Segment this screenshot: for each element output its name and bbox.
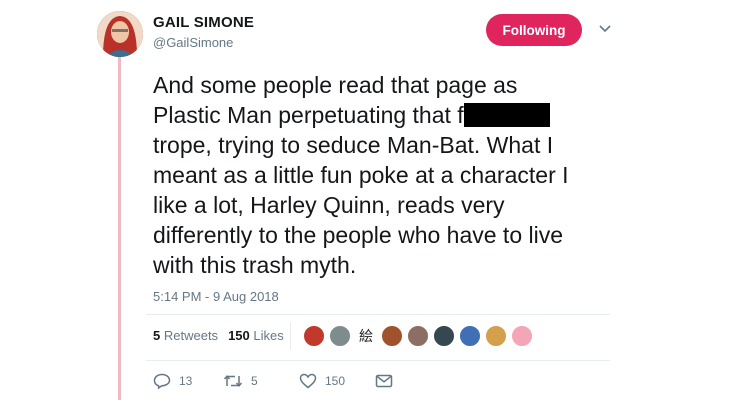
thread-line — [118, 50, 121, 400]
liker-avatar-1-icon[interactable] — [303, 325, 325, 347]
author-handle[interactable]: @GailSimone — [153, 35, 233, 50]
reply-button[interactable]: 13 — [153, 373, 223, 389]
user-avatar-icon — [97, 11, 143, 57]
tweet-line: like a lot, Harley Quinn, reads very — [153, 192, 505, 218]
reply-icon — [153, 373, 171, 389]
divider — [290, 322, 291, 350]
likes-count: 150 — [228, 328, 250, 343]
likes-label: Likes — [253, 328, 284, 343]
tweet-line: differently to the people who have to li… — [153, 222, 564, 248]
envelope-icon — [375, 374, 393, 388]
liker-avatar-4-icon[interactable] — [381, 325, 403, 347]
tweet-line: trope, trying to seduce Man-Bat. What I — [153, 132, 554, 158]
retweet-icon — [223, 375, 243, 387]
reply-count: 13 — [179, 374, 193, 388]
following-button[interactable]: Following — [486, 14, 582, 46]
liker-avatar-8-icon[interactable] — [485, 325, 507, 347]
divider — [146, 314, 610, 315]
like-count: 150 — [325, 374, 346, 388]
chevron-down-icon[interactable] — [596, 22, 614, 36]
retweet-count: 5 — [251, 374, 258, 388]
tweet-line: Plastic Man perpetuating that f — [153, 100, 623, 130]
author-avatar[interactable] — [97, 11, 143, 57]
liker-avatar-9-icon[interactable] — [511, 325, 533, 347]
tweet-line: And some people read that page as — [153, 72, 518, 98]
tweet-line-text: Plastic Man perpetuating that f — [153, 102, 464, 128]
liker-avatar-5-icon[interactable] — [407, 325, 429, 347]
tweet-actions: 13 5 150 — [153, 373, 393, 389]
liker-avatar-2-icon[interactable] — [329, 325, 351, 347]
tweet-text: And some people read that page as Plasti… — [153, 70, 623, 280]
author-name[interactable]: GAIL SIMONE — [153, 14, 254, 31]
retweets-label: Retweets — [163, 328, 219, 343]
tweet-line: with this trash myth. — [153, 252, 357, 278]
tweet-line: meant as a little fun poke at a characte… — [153, 162, 569, 188]
like-button[interactable]: 150 — [299, 373, 375, 389]
tweet-timestamp[interactable]: 5:14 PM - 9 Aug 2018 — [153, 289, 279, 304]
retweets-count: 5 — [153, 328, 161, 343]
retweets-stat[interactable]: 5 Retweets — [153, 328, 218, 343]
divider — [146, 360, 610, 361]
direct-message-button[interactable] — [375, 374, 393, 388]
redaction-bar — [463, 103, 550, 127]
likes-stat[interactable]: 150 Likes — [228, 328, 284, 343]
tweet-stats: 5 Retweets 150 Likes — [153, 328, 284, 343]
liker-avatar-3-icon[interactable]: 絵 — [355, 325, 377, 347]
retweet-button[interactable]: 5 — [223, 373, 299, 389]
liker-avatar-6-icon[interactable] — [433, 325, 455, 347]
liker-avatar-7-icon[interactable] — [459, 325, 481, 347]
heart-icon — [299, 373, 317, 389]
likers-list: 絵 — [303, 325, 537, 347]
